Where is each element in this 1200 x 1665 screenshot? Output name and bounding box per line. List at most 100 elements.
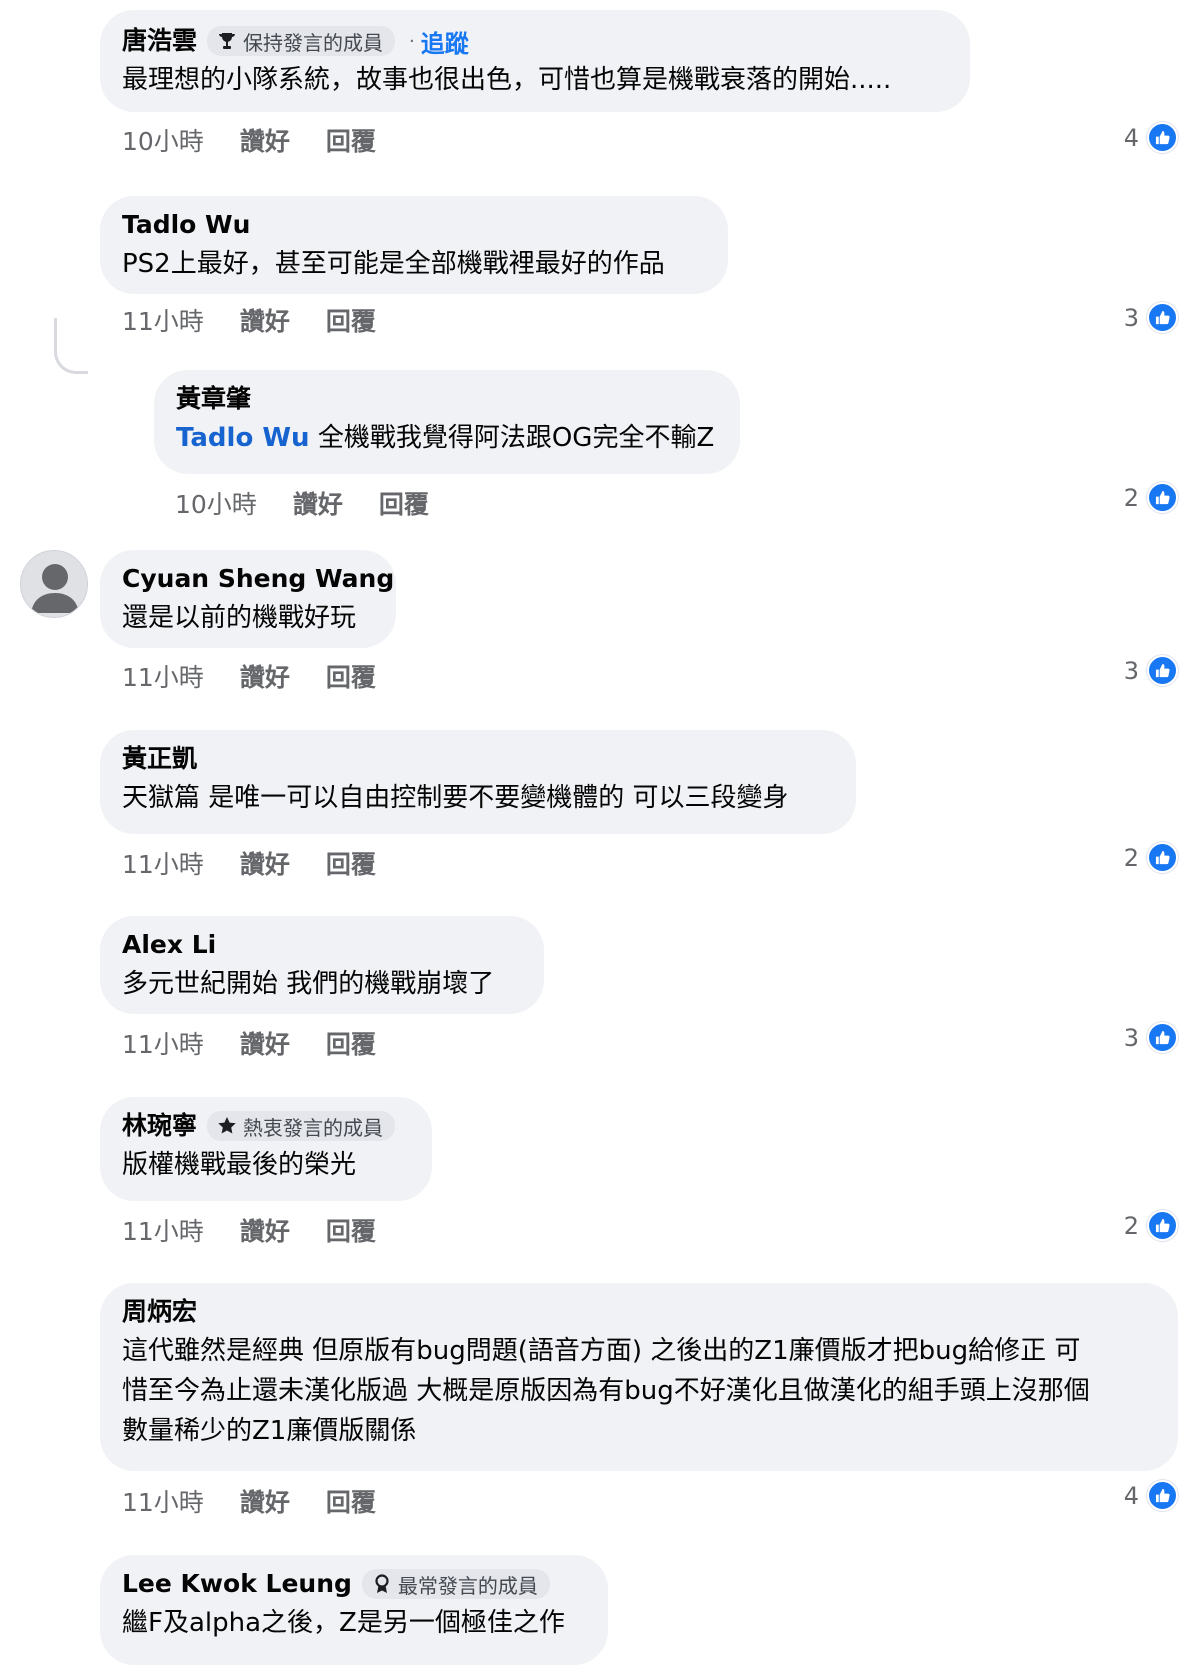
- comment-bubble: Lee Kwok Leung 最常發言的成員 繼F及alpha之後，Z是另一個極…: [100, 1555, 608, 1665]
- thumbs-up-icon: [1147, 655, 1178, 686]
- reaction-count[interactable]: 3: [1124, 1022, 1178, 1053]
- comment-text: 天獄篇 是唯一可以自由控制要不要變機體的 可以三段變身: [122, 783, 789, 813]
- comment-actions: 11小時 讚好 回覆: [122, 1025, 412, 1061]
- comment-actions: 10小時 讚好 回覆: [122, 122, 412, 158]
- comment-time[interactable]: 11小時: [122, 1025, 204, 1061]
- separator-dot: ·: [409, 30, 415, 52]
- like-count: 2: [1123, 1211, 1139, 1240]
- comment-text-line: 數量稀少的Z1廉價版關係: [122, 1416, 417, 1446]
- comment-text: 多元世紀開始 我們的機戰崩壞了: [122, 969, 495, 999]
- member-badge[interactable]: 熱衷發言的成員: [207, 1111, 396, 1141]
- member-badge[interactable]: 保持發言的成員: [207, 26, 396, 56]
- comment-text: 還是以前的機戰好玩: [122, 603, 357, 633]
- comment-time[interactable]: 11小時: [122, 658, 204, 694]
- reaction-count[interactable]: 3: [1124, 655, 1178, 686]
- ribbon-icon: [375, 1574, 389, 1593]
- reaction-count[interactable]: 2: [1124, 842, 1178, 873]
- like-button[interactable]: 讚好: [240, 122, 290, 158]
- comment-bubble: Alex Li 多元世紀開始 我們的機戰崩壞了: [100, 916, 544, 1014]
- comment-author[interactable]: Alex Li: [122, 926, 216, 964]
- like-count: 4: [1123, 123, 1139, 152]
- comment-actions: 10小時 讚好 回覆: [175, 485, 465, 521]
- like-button[interactable]: 讚好: [240, 1025, 290, 1061]
- follow-link[interactable]: 追蹤: [421, 24, 469, 59]
- like-count: 3: [1123, 1023, 1139, 1052]
- reply-thread-line: [54, 318, 88, 374]
- like-button[interactable]: 讚好: [240, 845, 290, 881]
- reply-button[interactable]: 回覆: [326, 1483, 376, 1519]
- comment-time[interactable]: 11小時: [122, 302, 204, 338]
- comment-author[interactable]: 黃章肇: [176, 380, 251, 418]
- like-button[interactable]: 讚好: [293, 485, 343, 521]
- comment-text: 最理想的小隊系統，故事也很出色，可惜也算是機戰衰落的開始.....: [122, 65, 892, 95]
- comment-bubble: 黃正凱 天獄篇 是唯一可以自由控制要不要變機體的 可以三段變身: [100, 730, 856, 834]
- default-avatar-icon[interactable]: [20, 550, 88, 618]
- badge-label: 保持發言的成員: [243, 30, 384, 55]
- mention-link[interactable]: Tadlo Wu: [176, 423, 310, 453]
- thumbs-up-icon: [1147, 302, 1178, 333]
- like-count: 3: [1123, 656, 1139, 685]
- comment-author[interactable]: 林琬寧: [122, 1107, 197, 1145]
- comment-bubble: 周炳宏 這代雖然是經典 但原版有bug問題(語音方面) 之後出的Z1廉價版才把b…: [100, 1283, 1178, 1471]
- reply-button[interactable]: 回覆: [326, 658, 376, 694]
- badge-label: 最常發言的成員: [397, 1573, 538, 1598]
- reply-button[interactable]: 回覆: [326, 845, 376, 881]
- reaction-count[interactable]: 4: [1124, 122, 1178, 153]
- comment-author[interactable]: Tadlo Wu: [122, 206, 250, 244]
- thumbs-up-icon: [1147, 1210, 1178, 1241]
- comment-text-line: 惜至今為止還未漢化版過 大概是原版因為有bug不好漢化且做漢化的組手頭上沒那個: [122, 1376, 1090, 1406]
- comment-bubble: 林琬寧 熱衷發言的成員 版權機戰最後的榮光: [100, 1097, 432, 1201]
- comment-text: 版權機戰最後的榮光: [122, 1150, 357, 1180]
- comment-bubble: 黃章肇 Tadlo Wu 全機戰我覺得阿法跟OG完全不輸Z: [154, 370, 740, 474]
- like-button[interactable]: 讚好: [240, 302, 290, 338]
- reaction-count[interactable]: 2: [1124, 1210, 1178, 1241]
- comment-time[interactable]: 11小時: [122, 1212, 204, 1248]
- comment-bubble: Cyuan Sheng Wang 還是以前的機戰好玩: [100, 550, 396, 648]
- comment-actions: 11小時 讚好 回覆: [122, 1483, 412, 1519]
- comment-text-body: 全機戰我覺得阿法跟OG完全不輸Z: [309, 423, 715, 453]
- thumbs-up-icon: [1147, 1480, 1178, 1511]
- comment-actions: 11小時 讚好 回覆: [122, 658, 412, 694]
- badge-label: 熱衷發言的成員: [243, 1115, 384, 1140]
- like-button[interactable]: 讚好: [240, 658, 290, 694]
- like-count: 2: [1123, 843, 1139, 872]
- comment-time[interactable]: 10小時: [122, 122, 204, 158]
- like-button[interactable]: 讚好: [240, 1483, 290, 1519]
- member-badge[interactable]: 最常發言的成員: [361, 1569, 550, 1599]
- comment-author[interactable]: 唐浩雲: [122, 22, 197, 60]
- thumbs-up-icon: [1147, 842, 1178, 873]
- comment-author[interactable]: 黃正凱: [122, 740, 197, 778]
- like-count: 4: [1123, 1481, 1139, 1510]
- reaction-count[interactable]: 4: [1124, 1480, 1178, 1511]
- thumbs-up-icon: [1147, 1022, 1178, 1053]
- thumbs-up-icon: [1147, 122, 1178, 153]
- comment-time[interactable]: 10小時: [175, 485, 257, 521]
- comment-actions: 11小時 讚好 回覆: [122, 1212, 412, 1248]
- comment-text: 繼F及alpha之後，Z是另一個極佳之作: [122, 1608, 565, 1638]
- reply-button[interactable]: 回覆: [326, 1212, 376, 1248]
- comment-time[interactable]: 11小時: [122, 1483, 204, 1519]
- like-count: 2: [1123, 483, 1139, 512]
- reply-button[interactable]: 回覆: [379, 485, 429, 521]
- comment-text: Tadlo Wu 全機戰我覺得阿法跟OG完全不輸Z: [176, 418, 718, 458]
- comment-bubble: Tadlo Wu PS2上最好，甚至可能是全部機戰裡最好的作品: [100, 196, 728, 294]
- reply-button[interactable]: 回覆: [326, 122, 376, 158]
- comment-text-line: 這代雖然是經典 但原版有bug問題(語音方面) 之後出的Z1廉價版才把bug給修…: [122, 1336, 1081, 1366]
- star-icon: [218, 1117, 236, 1134]
- comment-text: PS2上最好，甚至可能是全部機戰裡最好的作品: [122, 249, 665, 279]
- trophy-icon: [219, 33, 236, 49]
- like-button[interactable]: 讚好: [240, 1212, 290, 1248]
- comment-actions: 11小時 讚好 回覆: [122, 302, 412, 338]
- comment-author[interactable]: Lee Kwok Leung: [122, 1565, 352, 1603]
- comment-author[interactable]: 周炳宏: [122, 1293, 197, 1331]
- reaction-count[interactable]: 3: [1124, 302, 1178, 333]
- comment-bubble: 唐浩雲 保持發言的成員 · 追蹤 最理想的小隊系統，故事也很出色，可惜也算是機戰…: [100, 10, 970, 112]
- reaction-count[interactable]: 2: [1124, 482, 1178, 513]
- comment-actions: 11小時 讚好 回覆: [122, 845, 412, 881]
- reply-button[interactable]: 回覆: [326, 302, 376, 338]
- comment-time[interactable]: 11小時: [122, 845, 204, 881]
- thumbs-up-icon: [1147, 482, 1178, 513]
- reply-button[interactable]: 回覆: [326, 1025, 376, 1061]
- comment-author[interactable]: Cyuan Sheng Wang: [122, 560, 394, 598]
- like-count: 3: [1123, 303, 1139, 332]
